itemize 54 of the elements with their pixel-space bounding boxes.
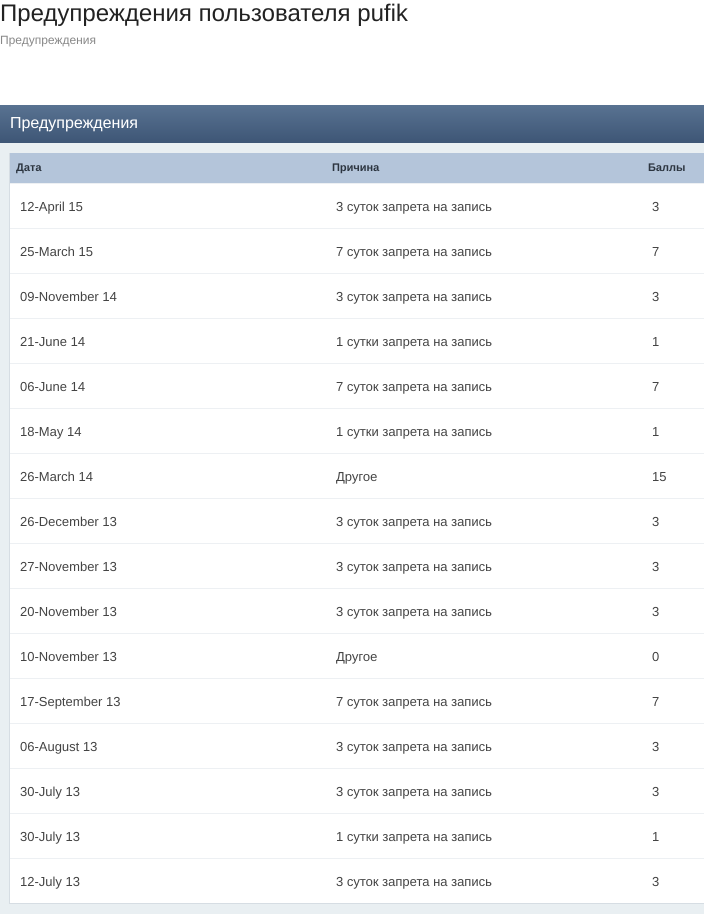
table-cell-text: 3 суток запрета на запись <box>335 514 493 528</box>
table-cell-text: 21-June 14 <box>19 334 86 348</box>
table-cell-text: 3 <box>651 784 660 798</box>
table-cell-text: 3 <box>651 558 660 574</box>
table-cell-text: 7 суток запрета на запись <box>335 244 493 258</box>
table-cell-text: 3 <box>651 198 660 214</box>
table-cell-text: 3 <box>651 514 660 528</box>
table-cell-text: 3 <box>651 874 660 888</box>
table-cell-text: 7 <box>651 244 660 258</box>
table-cell-text: 7 суток запрета на запись <box>335 378 493 394</box>
table-cell-text: Другое <box>335 648 378 664</box>
table-cell-text: 3 суток запрета на запись <box>335 738 493 754</box>
page-title: Предупреждения пользователя pufik <box>0 0 409 28</box>
table-cell-text: 3 суток запрета на запись <box>335 288 493 304</box>
table-cell-text: 7 <box>651 378 660 394</box>
table-cell-text: 27-November 13 <box>19 558 118 574</box>
table-cell-text: 3 <box>651 738 660 754</box>
table-cell-text: 7 суток запрета на запись <box>335 694 493 708</box>
panel-title: Предупреждения <box>10 115 138 133</box>
column-header: Причина <box>332 162 380 174</box>
table-cell-text: 0 <box>651 648 660 664</box>
table-cell-text: 1 сутки запрета на запись <box>335 828 494 844</box>
table-cell-text: 17-September 13 <box>19 694 122 708</box>
table-cell-text: 3 суток запрета на запись <box>335 198 493 214</box>
table-cell-text: 1 <box>651 334 660 348</box>
table-cell-text: 09-November 14 <box>19 288 118 304</box>
table-cell-text: 26-March 14 <box>19 468 94 484</box>
table-cell-text: 1 сутки запрета на запись <box>335 424 494 438</box>
table-cell-text: 1 <box>651 828 660 844</box>
column-header: Баллы <box>648 162 686 174</box>
table-cell-text: 1 сутки запрета на запись <box>335 334 494 348</box>
table-cell-text: 06-June 14 <box>19 378 86 394</box>
table-cell-text: 26-December 13 <box>19 514 118 528</box>
table-cell-text: Другое <box>335 468 378 484</box>
table-cell-text: 3 суток запрета на запись <box>335 784 493 798</box>
table-cell-text: 30-July 13 <box>19 784 81 798</box>
table-cell-text: 30-July 13 <box>19 828 81 844</box>
column-header: Дата <box>15 162 42 174</box>
table-cell-text: 3 суток запрета на запись <box>335 874 493 888</box>
table-cell-text: 3 суток запрета на запись <box>335 604 493 618</box>
table-cell-text: 7 <box>651 694 660 708</box>
table-cell-text: 12-April 15 <box>19 198 84 214</box>
table-cell-text: 18-May 14 <box>19 424 82 438</box>
table-cell-text: 3 <box>651 604 660 618</box>
table-cell-text: 3 <box>651 288 660 304</box>
table-cell-text: 1 <box>651 424 660 438</box>
table-cell-text: 12-July 13 <box>19 874 81 888</box>
table-cell-text: 25-March 15 <box>19 244 94 258</box>
table-cell-text: 3 суток запрета на запись <box>335 558 493 574</box>
table-cell-text: 06-August 13 <box>19 738 98 754</box>
breadcrumb: Предупреждения <box>0 32 97 48</box>
table-cell-text: 10-November 13 <box>19 648 118 664</box>
table-cell-text: 20-November 13 <box>19 604 118 618</box>
table-cell-text: 15 <box>651 468 668 484</box>
